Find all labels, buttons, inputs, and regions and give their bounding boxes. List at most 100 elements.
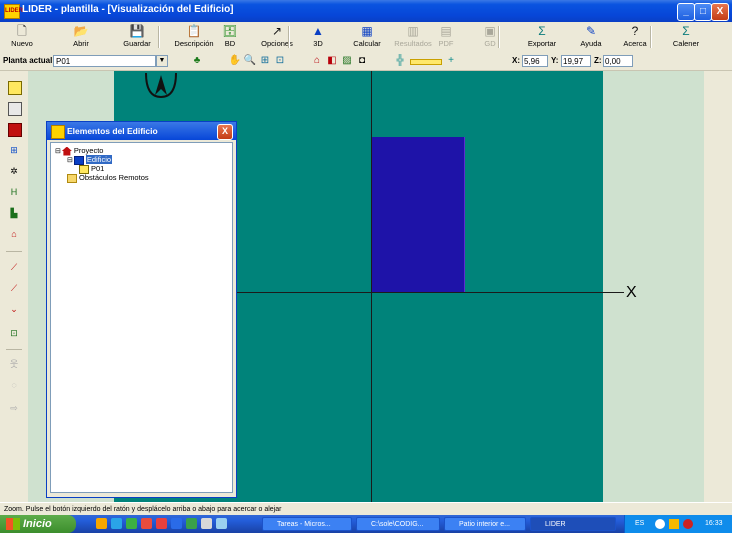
crosshair-icon[interactable]: +	[444, 54, 458, 68]
quicklaunch-app2-icon[interactable]	[141, 518, 152, 529]
task-explorer[interactable]: C:\sole\CODIG...	[356, 517, 440, 531]
task-tareas[interactable]: Tareas - Micros...	[262, 517, 352, 531]
floor-tool-icon[interactable]	[8, 81, 22, 95]
tree-icon[interactable]: ♣	[190, 54, 204, 68]
zoom-window-icon[interactable]: ⊡	[273, 54, 287, 68]
tree-expander[interactable]: ⊟	[55, 148, 61, 155]
system-tray: ES 16:33	[624, 515, 732, 533]
x-axis-label: X	[626, 284, 637, 301]
quicklaunch-word-icon[interactable]	[171, 518, 182, 529]
minimize-button[interactable]: _	[677, 3, 695, 21]
toolbar-separator	[158, 26, 160, 48]
toolbar-separator	[288, 26, 290, 48]
toolbar-button-acerca[interactable]: ? Acerca	[610, 22, 660, 52]
spark-tool-icon[interactable]: ✲	[8, 165, 20, 177]
export-sigma-icon: Σ	[538, 24, 546, 38]
quicklaunch-app5-icon[interactable]	[201, 518, 212, 529]
database-icon: 🗄	[222, 24, 238, 38]
line-tool-icon[interactable]: ⟋	[8, 261, 20, 273]
zoom-extents-icon[interactable]: ⊞	[258, 54, 272, 68]
tree-node-label: Edificio	[85, 155, 113, 164]
zone-tool-icon[interactable]: ⊡	[8, 327, 20, 339]
calculator-icon: ▦	[361, 24, 373, 38]
toolbar-button-3d[interactable]: ▲ 3D	[295, 22, 341, 52]
toolbar-button-label: Nuevo	[11, 39, 33, 48]
tree-expander[interactable]: ⊟	[67, 157, 73, 164]
tray-icon-1[interactable]	[655, 519, 665, 529]
plant-select-arrow[interactable]: ▼	[156, 55, 168, 67]
x-coord-field[interactable]: 5,96	[522, 55, 548, 67]
toolbar-button-gd[interactable]: ▣ GD	[470, 22, 510, 52]
app-icon[interactable]: LIDER	[4, 4, 23, 19]
gd-icon: ▣	[484, 24, 496, 38]
open-folder-icon: 📂	[73, 24, 89, 38]
camera-icon[interactable]: ◘	[355, 54, 369, 68]
wall-tool-icon[interactable]	[8, 123, 22, 137]
toolbar-button-guardar[interactable]: 💾 Guardar	[112, 22, 162, 52]
person-tool-icon[interactable]: 웃	[8, 358, 20, 370]
panel-title-bar[interactable]: Elementos del Edificio X	[47, 122, 236, 140]
main-toolbar: 🗋 Nuevo 📂 Abrir 💾 Guardar 📋 Descripción 🗄 BD ↗ Opci…	[0, 22, 732, 53]
ruler-icon[interactable]	[410, 59, 442, 65]
line-tool-2-icon[interactable]: ⟋	[8, 282, 20, 294]
toolbar-button-label: Abrir	[73, 39, 89, 48]
plant-select[interactable]: P01	[53, 55, 156, 67]
shape-tool-2-icon[interactable]: ◧	[325, 54, 339, 68]
floor-copy-icon[interactable]	[8, 102, 22, 116]
y-coord-field[interactable]: 19,97	[561, 55, 591, 67]
chevron-tool-icon[interactable]: ⌄	[8, 303, 20, 315]
z-coord-label: Z:	[594, 56, 602, 65]
start-button[interactable]: Inicio	[0, 515, 76, 533]
close-button[interactable]: X	[711, 3, 729, 21]
start-label: Inicio	[23, 518, 52, 530]
selected-space-block[interactable]	[372, 137, 465, 292]
shape-tool-3-icon[interactable]: ▨	[340, 54, 354, 68]
tray-icon-2[interactable]	[669, 519, 679, 529]
roof-tool-icon[interactable]: ⌂	[8, 228, 20, 240]
quicklaunch-app3-icon[interactable]	[156, 518, 167, 529]
quicklaunch-app4-icon[interactable]	[186, 518, 197, 529]
quicklaunch-app-icon[interactable]	[126, 518, 137, 529]
task-patio[interactable]: Patio interior e...	[444, 517, 526, 531]
toolbar-button-exportar[interactable]: Σ Exportar	[515, 22, 569, 52]
quicklaunch-ie-icon[interactable]	[111, 518, 122, 529]
quicklaunch-app6-icon[interactable]	[216, 518, 227, 529]
tool-separator	[6, 251, 22, 252]
save-disk-icon: 💾	[129, 24, 145, 38]
plant-label: Planta actual	[3, 56, 53, 65]
about-question-icon: ?	[631, 24, 639, 38]
window-grid-icon[interactable]: ⊞	[8, 144, 20, 156]
z-coord-field[interactable]: 0,00	[603, 55, 633, 67]
measure-icon[interactable]: ╬	[393, 54, 407, 68]
folder-icon	[67, 173, 77, 183]
arrow-tool-icon[interactable]: ⇨	[8, 402, 20, 414]
zoom-icon[interactable]: 🔍	[243, 54, 257, 68]
tree-node-label: Proyecto	[73, 146, 104, 155]
toolbar-button-label: Acerca	[623, 39, 647, 48]
pan-hand-icon[interactable]: ✋	[228, 54, 242, 68]
window-title: LIDER - plantilla - [Visualización del E…	[22, 4, 234, 15]
toolbar-button-nuevo[interactable]: 🗋 Nuevo	[0, 22, 44, 52]
maximize-button[interactable]: □	[694, 3, 712, 21]
3d-view-icon: ▲	[312, 24, 324, 38]
left-tool-strip: ⊞ ✲ H ▙ ⌂ ⟋ ⟋ ⌄ ⊡ 웃 ◌ ⇨	[0, 71, 28, 502]
options-arrow-icon: ↗	[271, 24, 283, 38]
tree-node-label: Obstáculos Remotos	[79, 173, 149, 182]
building-elements-panel: Elementos del Edificio X ⊟ Proyecto ⊟ Edifi…	[46, 121, 237, 498]
new-file-icon: 🗋	[17, 24, 27, 38]
toolbar-button-calener[interactable]: Σ Calener	[660, 22, 712, 52]
panel-close-button[interactable]: X	[217, 124, 233, 140]
tree-node[interactable]: Obstáculos Remotos	[67, 173, 149, 183]
description-icon: 📋	[186, 24, 202, 38]
task-lider[interactable]: LIDER	[530, 517, 616, 531]
toolbar-button-abrir[interactable]: 📂 Abrir	[57, 22, 105, 52]
tray-language[interactable]: ES	[635, 515, 644, 533]
building-tree: ⊟ Proyecto ⊟ Edificio P01 Obstáculos Remotos	[50, 142, 233, 493]
lasso-tool-icon[interactable]: ◌	[8, 379, 20, 391]
quicklaunch-folder-icon[interactable]	[96, 518, 107, 529]
h-tool-icon[interactable]: H	[8, 186, 20, 198]
tray-icon-3[interactable]	[683, 519, 693, 529]
toolbar-button-pdf[interactable]: ▤ PDF	[425, 22, 467, 52]
box-tool-icon[interactable]: ▙	[8, 207, 20, 219]
shape-tool-icon[interactable]: ⌂	[310, 54, 324, 68]
